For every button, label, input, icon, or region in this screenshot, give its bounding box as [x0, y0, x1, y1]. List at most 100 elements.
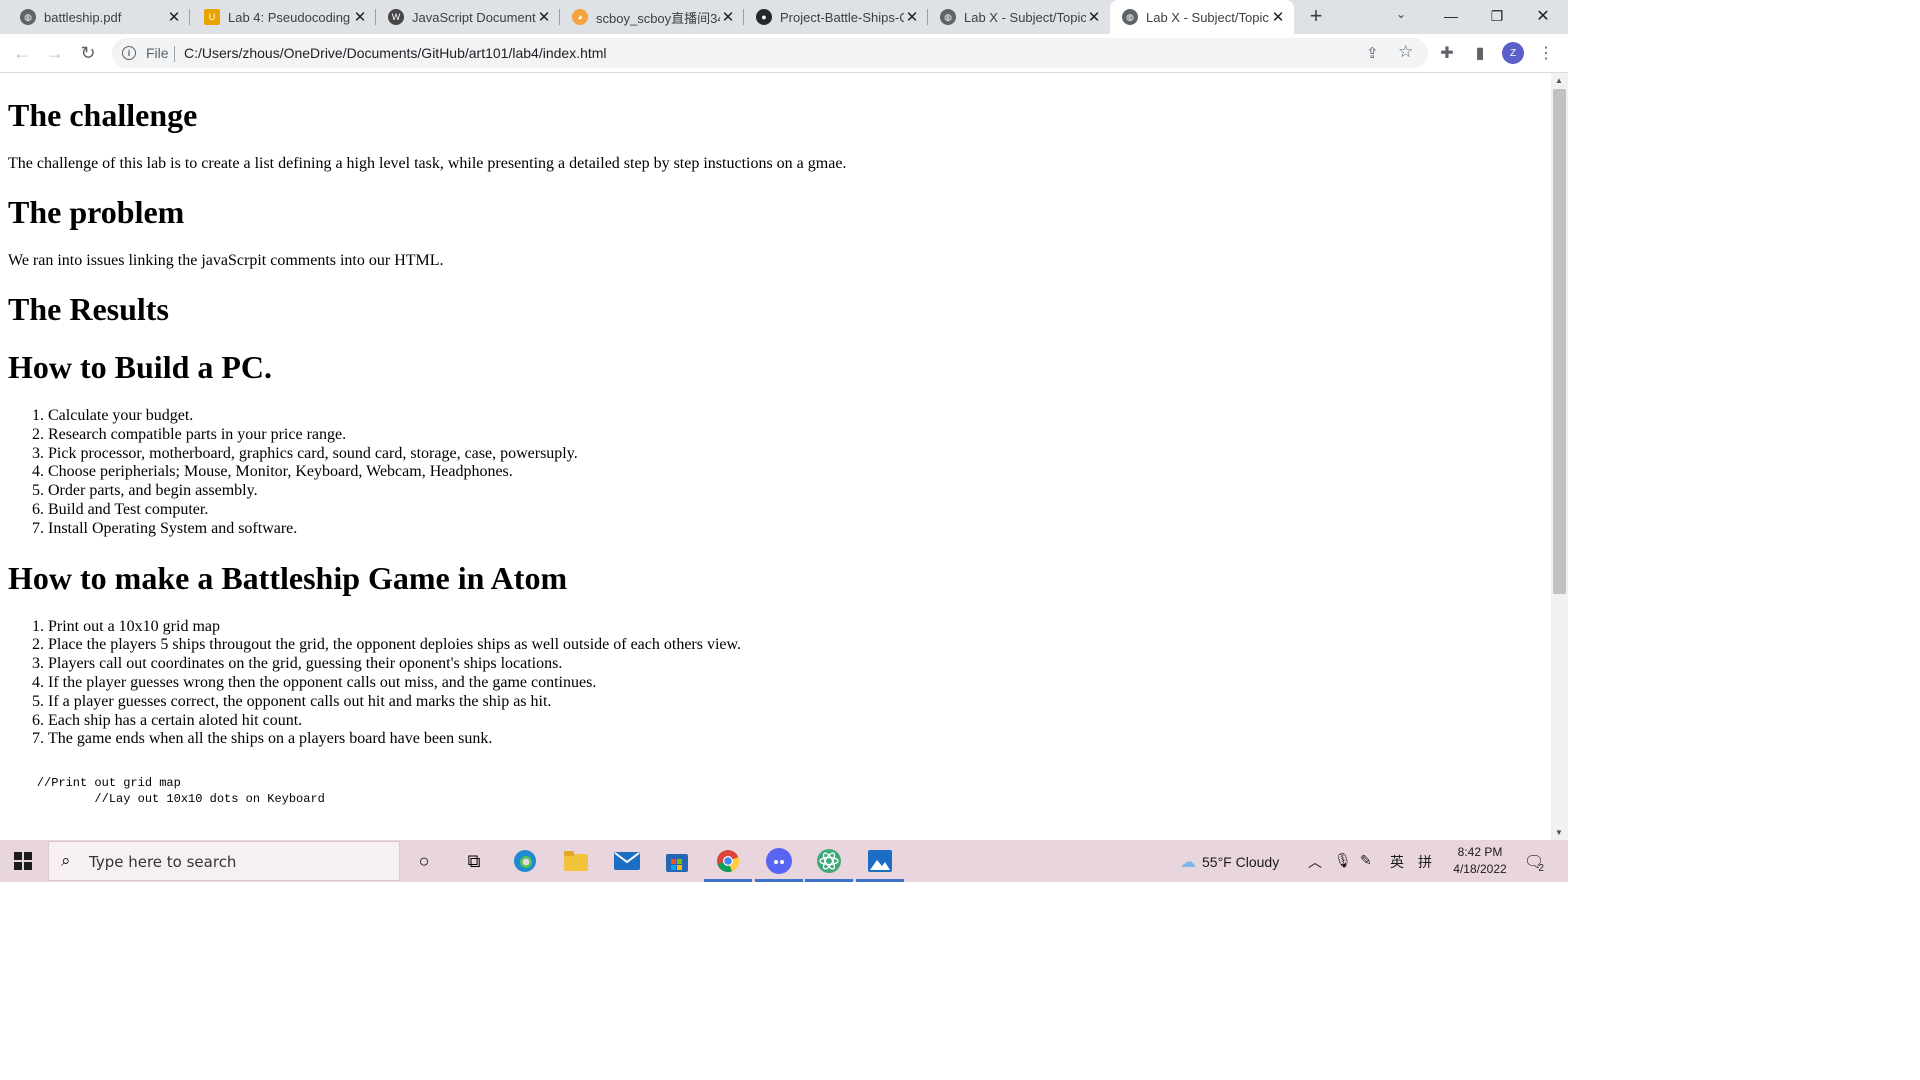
system-clock[interactable]: 8:42 PM 4/18/2022 [1448, 844, 1512, 878]
url-text[interactable]: C:/Users/zhous/OneDrive/Documents/GitHub… [184, 45, 607, 61]
tab-scboy-stream[interactable]: ◕ scboy_scboy直播间34 ✕ [552, 0, 744, 34]
tab-strip: ◍ battleship.pdf ✕ U Lab 4: Pseudocoding… [0, 0, 1568, 34]
list-item: Build and Test computer. [48, 501, 1543, 520]
photos-icon[interactable] [856, 846, 904, 882]
bookmark-star-icon[interactable]: ☆ [1398, 42, 1413, 62]
douyu-icon: ◕ [572, 9, 588, 25]
challenge-paragraph: The challenge of this lab is to create a… [8, 155, 847, 172]
globe-icon: ◍ [940, 9, 956, 25]
search-placeholder: Type here to search [89, 853, 237, 871]
task-view-icon[interactable]: ⧉ [458, 846, 490, 876]
list-item: Print out a 10x10 grid map [48, 618, 1543, 637]
new-tab-button[interactable]: + [1305, 5, 1327, 27]
globe-icon: ◍ [1122, 9, 1138, 25]
close-icon[interactable]: ✕ [1086, 9, 1102, 26]
tab-lab4-pseudocoding[interactable]: U Lab 4: Pseudocoding ✕ [184, 0, 376, 34]
list-item: Each ship has a certain aloted hit count… [48, 712, 1543, 731]
weather-text: 55°F Cloudy [1202, 854, 1280, 870]
pc-heading: How to Build a PC. [8, 349, 273, 385]
github-icon: ● [756, 9, 772, 25]
list-item: Choose peripherials; Mouse, Monitor, Key… [48, 463, 1543, 482]
pen-icon[interactable]: ✎ [1360, 852, 1372, 869]
battleship-steps-list: Print out a 10x10 grid map Place the pla… [8, 618, 1543, 750]
reload-button[interactable]: ↻ [78, 43, 98, 63]
close-icon[interactable]: ✕ [904, 9, 920, 26]
clock-time: 8:42 PM [1457, 845, 1503, 859]
code-line: //Print out grid map [8, 776, 181, 791]
list-item: Place the players 5 ships througout the … [48, 636, 1543, 655]
ime-language-indicator[interactable]: 英 [1390, 852, 1404, 872]
challenge-heading: The challenge [8, 97, 198, 133]
scroll-up-arrow-icon[interactable]: ▲ [1555, 76, 1563, 85]
document-body: The challenge The challenge of this lab … [0, 73, 1551, 815]
cortana-icon[interactable]: ○ [408, 846, 440, 876]
minimize-button[interactable]: — [1428, 0, 1474, 32]
ucsc-icon: U [204, 9, 220, 25]
restore-button[interactable]: ❐ [1474, 0, 1520, 32]
tab-javascript-documentation[interactable]: W JavaScript Documenta ✕ [368, 0, 560, 34]
avatar[interactable]: Z [1502, 42, 1524, 64]
side-panel-icon[interactable]: ▮ [1471, 44, 1489, 62]
close-icon[interactable]: ✕ [1270, 9, 1286, 26]
globe-icon: ◍ [20, 9, 36, 25]
weather-widget[interactable]: ☁ 55°F Cloudy [1180, 852, 1279, 872]
close-icon[interactable]: ✕ [352, 9, 368, 26]
close-icon[interactable]: ✕ [720, 9, 736, 26]
notification-count: 2 [1538, 863, 1544, 874]
mail-icon[interactable] [611, 846, 643, 876]
list-item: Players call out coordinates on the grid… [48, 655, 1543, 674]
code-line: //Lay out 10x10 dots on Keyboard [8, 792, 325, 807]
windows-start-icon[interactable] [14, 852, 32, 870]
url-scheme: File [146, 45, 169, 61]
page-viewport: The challenge The challenge of this lab … [0, 73, 1551, 840]
problem-heading: The problem [8, 194, 185, 230]
tab-project-battle-ships[interactable]: ● Project-Battle-Ships-C ✕ [736, 0, 928, 34]
divider [174, 46, 175, 62]
tab-title: scboy_scboy直播间34 [596, 10, 720, 26]
results-heading: The Results [8, 291, 169, 327]
search-icon: ⌕ [61, 851, 71, 870]
list-item: If the player guesses wrong then the opp… [48, 674, 1543, 693]
address-bar[interactable]: i File C:/Users/zhous/OneDrive/Documents… [112, 38, 1428, 68]
taskbar-search-input[interactable]: ⌕ Type here to search [48, 841, 400, 881]
ime-mode-indicator[interactable]: 拼 [1418, 852, 1432, 872]
list-item: Research compatible parts in your price … [48, 426, 1543, 445]
tab-title: battleship.pdf [44, 9, 122, 25]
back-button[interactable]: ← [12, 43, 32, 63]
close-window-button[interactable]: ✕ [1520, 0, 1566, 32]
tab-lab-x-subject-topic[interactable]: ◍ Lab X - Subject/Topic ✕ [920, 0, 1110, 34]
share-icon[interactable]: ⇪ [1366, 44, 1379, 62]
chevron-up-icon[interactable]: ︿ [1308, 852, 1322, 872]
pc-steps-list: Calculate your budget. Research compatib… [8, 407, 1543, 539]
cloud-icon: ☁ [1180, 854, 1196, 871]
tab-lab-x-subject-topic-active[interactable]: ◍ Lab X - Subject/Topic ✕ [1110, 0, 1294, 34]
chrome-icon[interactable] [704, 846, 752, 882]
taskbar: ⌕ Type here to search ○ ⧉ ☁ 55°F Cloudy … [0, 840, 1568, 882]
forward-button[interactable]: → [45, 43, 65, 63]
discord-icon[interactable] [755, 846, 803, 882]
microphone-icon[interactable]: 🎙 [1334, 852, 1352, 869]
code-block: //Print out grid map //Lay out 10x10 dot… [8, 775, 1543, 807]
tab-title: Lab 4: Pseudocoding [228, 9, 351, 25]
problem-paragraph: We ran into issues linking the javaScrpi… [8, 252, 444, 269]
extensions-icon[interactable]: ✚ [1438, 44, 1456, 62]
vertical-scrollbar[interactable]: ▲ ▼ [1551, 73, 1568, 840]
tab-title: JavaScript Documenta [412, 9, 536, 25]
tab-battleship-pdf[interactable]: ◍ battleship.pdf ✕ [0, 0, 190, 34]
scroll-down-arrow-icon[interactable]: ▼ [1555, 828, 1563, 837]
edge-icon[interactable] [509, 846, 541, 876]
browser-toolbar: ← → ↻ i File C:/Users/zhous/OneDrive/Doc… [0, 34, 1568, 73]
store-icon[interactable] [661, 846, 693, 876]
tab-title: Lab X - Subject/Topic [964, 9, 1086, 25]
close-icon[interactable]: ✕ [536, 9, 552, 26]
info-icon[interactable]: i [122, 46, 136, 60]
scrollbar-thumb[interactable] [1553, 89, 1566, 594]
chevron-down-icon[interactable]: ⌄ [1396, 7, 1406, 21]
list-item: Order parts, and begin assembly. [48, 482, 1543, 501]
close-icon[interactable]: ✕ [166, 9, 182, 26]
notification-center-icon[interactable]: 🗨2 [1524, 852, 1550, 874]
file-explorer-icon[interactable] [560, 846, 592, 876]
kebab-menu-icon[interactable]: ⋮ [1537, 44, 1555, 62]
atom-icon[interactable] [805, 846, 853, 882]
list-item: Calculate your budget. [48, 407, 1543, 426]
